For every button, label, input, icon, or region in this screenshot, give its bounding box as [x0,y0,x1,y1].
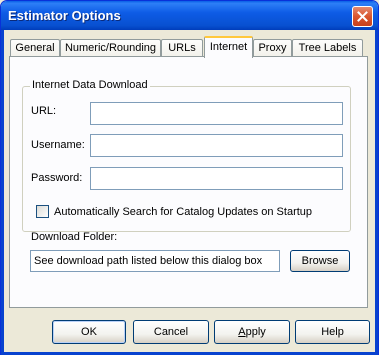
cancel-button[interactable]: Cancel [133,320,209,344]
tab-internet[interactable]: Internet [204,36,253,58]
username-input[interactable] [90,134,343,157]
apply-mnemonic: A [238,326,246,338]
password-label: Password: [31,172,83,184]
apply-button[interactable]: Apply [214,320,290,344]
apply-label-rest: pply [245,326,266,338]
tab-numeric-rounding[interactable]: Numeric/Rounding [60,39,161,57]
browse-button[interactable]: Browse [290,250,350,272]
url-input[interactable] [90,102,343,125]
tab-proxy[interactable]: Proxy [253,39,292,57]
title-bar[interactable]: Estimator Options [1,1,378,30]
download-folder-label: Download Folder: [31,231,118,243]
username-label: Username: [31,139,85,151]
auto-search-checkbox[interactable] [36,205,49,218]
ok-button[interactable]: OK [52,320,126,344]
tab-general[interactable]: General [10,39,60,57]
help-button[interactable]: Help [295,320,370,344]
tab-urls[interactable]: URLs [161,39,203,57]
close-button[interactable] [352,6,373,27]
group-label: Internet Data Download [30,79,150,91]
close-x-icon [357,11,368,22]
window-title: Estimator Options [8,8,121,23]
tab-tree-labels[interactable]: Tree Labels [292,39,363,57]
url-label: URL: [31,105,57,117]
password-input[interactable] [90,167,343,190]
frame-right [375,30,378,354]
frame-left [1,30,4,354]
auto-search-label[interactable]: Automatically Search for Catalog Updates… [54,206,312,218]
download-folder-input[interactable] [30,250,280,272]
